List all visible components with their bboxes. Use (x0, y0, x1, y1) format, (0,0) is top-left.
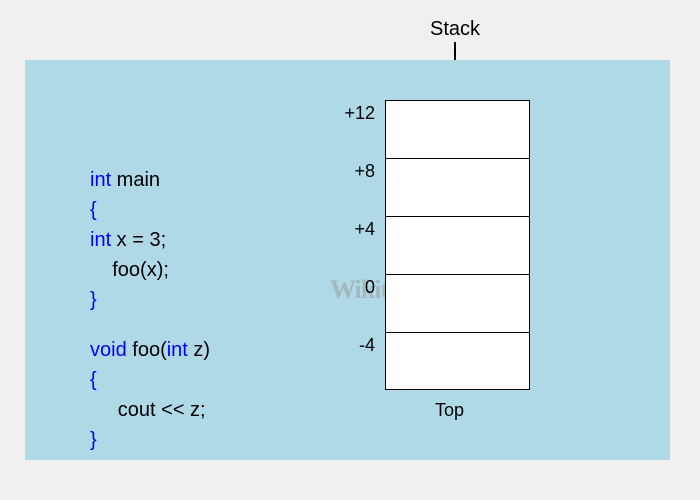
stack-cell (385, 332, 530, 390)
stack-cell (385, 216, 530, 274)
code-text: main (111, 169, 160, 191)
brace: } (90, 285, 210, 315)
stack-cell (385, 100, 530, 158)
offset-value: +12 (330, 100, 375, 158)
keyword: void (90, 339, 127, 361)
keyword: int (90, 229, 111, 251)
offset-value: 0 (330, 274, 375, 332)
code-text: foo(x); (90, 255, 210, 285)
code-text: cout << z; (90, 395, 210, 425)
stack-cell (385, 274, 530, 332)
code-text: z) (188, 339, 210, 361)
brace: { (90, 365, 210, 395)
keyword: int (167, 339, 188, 361)
offset-value: +4 (330, 216, 375, 274)
brace: { (90, 195, 210, 225)
top-label: Top (435, 400, 464, 421)
stack-cell (385, 158, 530, 216)
stack-title: Stack (430, 18, 480, 41)
code-block: int main { int x = 3; foo(x); } void foo… (90, 165, 210, 455)
offset-labels: +12 +8 +4 0 -4 (330, 100, 375, 390)
offset-value: +8 (330, 158, 375, 216)
code-text: foo( (127, 339, 167, 361)
offset-value: -4 (330, 332, 375, 390)
code-text: x = 3; (111, 229, 166, 251)
keyword: int (90, 169, 111, 191)
stack-diagram (385, 100, 530, 390)
brace: } (90, 425, 210, 455)
